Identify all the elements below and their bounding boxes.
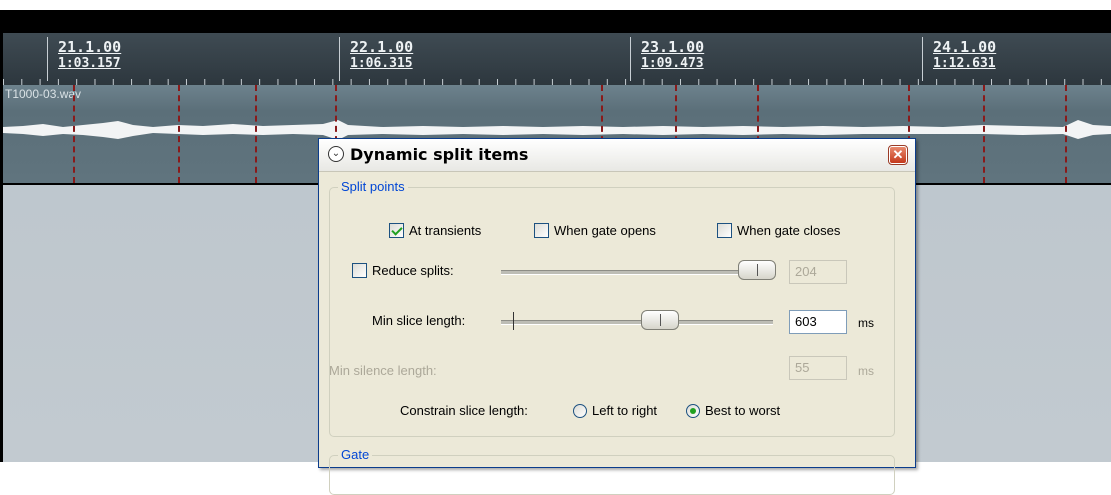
when-gate-closes-checkbox[interactable] [717,223,732,239]
constrain-slice-length-label: Constrain slice length: [400,403,528,419]
reduce-splits-checkbox[interactable] [352,263,367,279]
ruler-beat-label: 23.1.00 [641,38,705,56]
when-gate-closes-option[interactable]: When gate closes [717,222,841,239]
min-slice-length-slider-track[interactable] [501,320,773,325]
at-transients-label: At transients [409,223,482,239]
ruler-time-label: 1:09.473 [641,56,704,71]
best-to-worst-option[interactable]: Best to worst [686,402,780,418]
when-gate-opens-option[interactable]: When gate opens [534,222,656,239]
min-silence-length-label: Min silence length: [329,363,437,379]
reduce-splits-slider-thumb[interactable] [738,260,776,280]
best-to-worst-label: Best to worst [705,403,781,419]
min-slice-length-slider-thumb[interactable] [641,310,679,330]
min-silence-length-input: 55 [789,356,847,380]
at-transients-option[interactable]: At transients [389,222,482,239]
left-to-right-option[interactable]: Left to right [573,402,657,418]
left-to-right-radio[interactable] [573,403,587,418]
when-gate-opens-label: When gate opens [554,223,656,239]
top-strip [0,0,1111,10]
split-points-label: Split points [338,179,408,194]
split-line [255,85,257,183]
gate-label: Gate [338,447,373,462]
min-slice-length-unit: ms [858,316,874,330]
best-to-worst-radio[interactable] [686,403,700,418]
at-transients-checkbox[interactable] [389,223,404,239]
reduce-splits-option[interactable]: Reduce splits: [352,262,454,279]
ruler-time-label: 1:03.157 [58,56,121,71]
dialog-title: Dynamic split items [350,145,529,164]
dynamic-split-dialog: ⌄ Dynamic split items ✕ Split points At … [318,138,916,495]
split-line [178,85,180,183]
reduce-splits-label: Reduce splits: [372,263,454,279]
split-line [983,85,985,183]
min-silence-length-unit: ms [858,364,874,378]
reduce-splits-slider-track[interactable] [501,270,773,275]
close-button[interactable]: ✕ [888,145,908,165]
split-line [1065,85,1067,183]
slider-start-tick [513,312,514,330]
ruler-beat-label: 21.1.00 [58,38,122,56]
item-name-label: T1000-03.wav [5,87,82,101]
min-slice-length-label: Min slice length: [372,313,466,329]
gate-group: Gate [329,447,895,495]
ruler-beat-label: 24.1.00 [933,38,997,56]
when-gate-closes-label: When gate closes [737,223,841,239]
split-points-group: Split points At transients When gate ope… [329,179,895,437]
ruler-beat-label: 22.1.00 [350,38,414,56]
timeline-ruler[interactable]: 21.1.00 1:03.157 22.1.00 1:06.315 23.1.0… [3,33,1111,85]
reduce-splits-value: 204 [789,260,847,284]
left-to-right-label: Left to right [592,403,658,419]
ruler-time-label: 1:06.315 [350,56,413,71]
min-slice-length-input[interactable]: 603 [789,310,847,334]
dialog-titlebar[interactable]: ⌄ Dynamic split items ✕ [319,139,915,172]
when-gate-opens-checkbox[interactable] [534,223,549,239]
split-line [73,85,75,183]
app-logo-icon: ⌄ [328,146,344,162]
ruler-time-label: 1:12.631 [933,56,996,71]
